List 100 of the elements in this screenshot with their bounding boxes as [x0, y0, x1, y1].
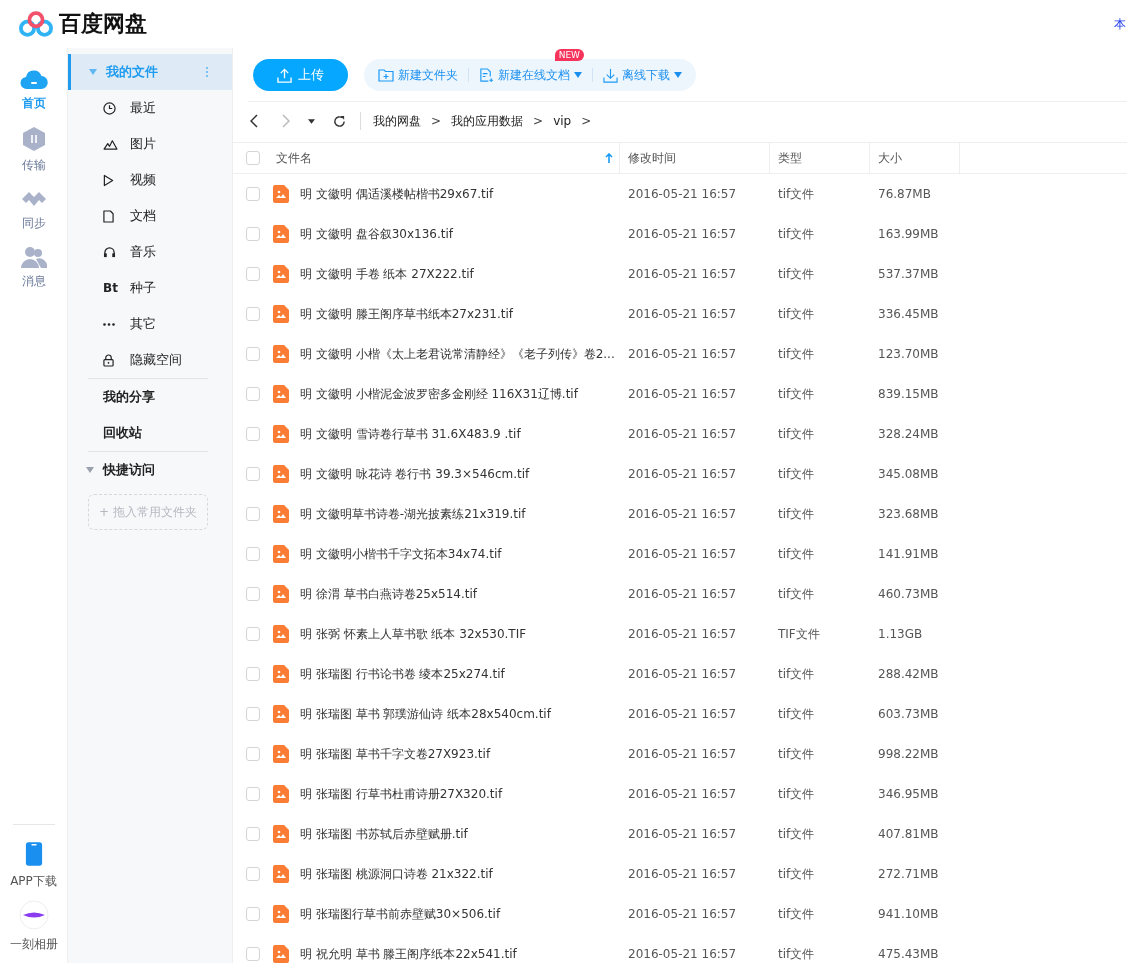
sidebar-item[interactable]: 音乐: [68, 234, 232, 270]
file-size: 475.43MB: [878, 947, 940, 961]
file-name[interactable]: 明 文徽明 盘谷叙30x136.tif: [300, 225, 628, 243]
column-header[interactable]: 类型: [770, 143, 870, 173]
row-checkbox[interactable]: [246, 427, 260, 441]
play-icon: [103, 173, 114, 187]
sidebar-link[interactable]: 我的分享: [68, 379, 232, 415]
file-name[interactable]: 明 张瑞图 行书论书卷 绫本25x274.tif: [300, 665, 628, 683]
select-all-checkbox[interactable]: [246, 151, 260, 165]
file-name[interactable]: 明 文徽明 滕王阁序草书纸本27x231.tif: [300, 305, 628, 323]
file-size: 288.42MB: [878, 667, 940, 681]
row-checkbox[interactable]: [246, 627, 260, 641]
row-checkbox[interactable]: [246, 187, 260, 201]
row-checkbox[interactable]: [246, 867, 260, 881]
column-header[interactable]: 修改时间: [620, 143, 770, 173]
row-checkbox[interactable]: [246, 347, 260, 361]
file-name[interactable]: 明 文徽明 小楷《太上老君说常清静经》《老子列传》卷2...: [300, 345, 628, 363]
file-name[interactable]: 明 文徽明 小楷泥金波罗密多金刚经 116X31辽博.tif: [300, 385, 628, 403]
sidebar-item[interactable]: 其它: [68, 306, 232, 342]
image-file-icon: [273, 665, 289, 683]
sort-arrow-icon[interactable]: [605, 153, 613, 163]
row-checkbox[interactable]: [246, 787, 260, 801]
sidebar-item[interactable]: 文档: [68, 198, 232, 234]
lock-icon: [103, 353, 114, 367]
new-badge: NEW: [554, 49, 584, 61]
rail-item[interactable]: 消息: [20, 246, 47, 290]
rail-item[interactable]: 传输: [21, 126, 46, 174]
sidebar-link[interactable]: 回收站: [68, 415, 232, 451]
sidebar-item[interactable]: 最近: [68, 90, 232, 126]
column-header[interactable]: 文件名: [260, 143, 620, 173]
file-name[interactable]: 明 张瑞图 草书 郭璞游仙诗 纸本28x540cm.tif: [300, 705, 628, 723]
people-icon: [20, 246, 47, 268]
file-name[interactable]: 明 张弼 怀素上人草书歌 纸本 32x530.TIF: [300, 625, 628, 643]
file-size: 603.73MB: [878, 707, 940, 721]
upload-icon: [277, 67, 292, 83]
modified-time: 2016-05-21 16:57: [628, 307, 738, 321]
file-type: tif文件: [778, 225, 816, 243]
file-type: tif文件: [778, 745, 816, 763]
file-size: 941.10MB: [878, 907, 940, 921]
file-name[interactable]: 明 文徽明草书诗卷-湖光披素练21x319.tif: [300, 505, 628, 523]
row-checkbox[interactable]: [246, 467, 260, 481]
file-name[interactable]: 明 文徽明 偶适溪楼帖楷书29x67.tif: [300, 185, 628, 203]
modified-time: 2016-05-21 16:57: [628, 587, 738, 601]
image-file-icon: [273, 345, 289, 363]
column-header[interactable]: 大小: [870, 143, 960, 173]
image-file-icon: [273, 425, 289, 443]
row-checkbox[interactable]: [246, 587, 260, 601]
row-checkbox[interactable]: [246, 947, 260, 961]
file-type: tif文件: [778, 705, 816, 723]
row-checkbox[interactable]: [246, 907, 260, 921]
breadcrumb-link[interactable]: 我的应用数据: [451, 112, 524, 130]
file-name[interactable]: 明 文徽明 雪诗卷行草书 31.6X483.9 .tif: [300, 425, 628, 443]
file-name[interactable]: 明 祝允明 草书 滕王阁序纸本22x541.tif: [300, 945, 628, 963]
torrent-glyph: Bt: [103, 281, 118, 295]
file-name[interactable]: 明 文徽明 咏花诗 卷行书 39.3×546cm.tif: [300, 465, 628, 483]
row-checkbox[interactable]: [246, 227, 260, 241]
modified-time: 2016-05-21 16:57: [628, 947, 738, 961]
modified-time: 2016-05-21 16:57: [628, 667, 738, 681]
back-icon[interactable]: [250, 114, 258, 128]
row-checkbox[interactable]: [246, 827, 260, 841]
forward-icon[interactable]: [282, 114, 290, 128]
sidebar-item[interactable]: 视频: [68, 162, 232, 198]
file-name[interactable]: 明 张瑞图 草书千字文卷27X923.tif: [300, 745, 628, 763]
quick-access-item[interactable]: 快捷访问: [68, 452, 232, 488]
modified-time: 2016-05-21 16:57: [628, 427, 738, 441]
row-checkbox[interactable]: [246, 547, 260, 561]
caret-icon[interactable]: [308, 118, 315, 124]
row-checkbox[interactable]: [246, 387, 260, 401]
file-type: tif文件: [778, 385, 816, 403]
file-name[interactable]: 明 文徽明小楷书千字文拓本34x74.tif: [300, 545, 628, 563]
sidebar-item[interactable]: 图片: [68, 126, 232, 162]
file-size: 323.68MB: [878, 507, 940, 521]
row-checkbox[interactable]: [246, 507, 260, 521]
row-checkbox[interactable]: [246, 747, 260, 761]
rail-item[interactable]: 一刻相册: [9, 900, 58, 953]
file-name[interactable]: 明 张瑞图 书苏轼后赤壁赋册.tif: [300, 825, 628, 843]
file-size: 345.08MB: [878, 467, 940, 481]
file-name[interactable]: 明 文徽明 手卷 纸本 27X222.tif: [300, 265, 628, 283]
image-file-icon: [273, 265, 289, 283]
sidebar-item[interactable]: Bt 种子: [68, 270, 232, 306]
modified-time: 2016-05-21 16:57: [628, 787, 738, 801]
breadcrumb-link[interactable]: 我的网盘: [373, 112, 421, 130]
cloud-icon: [19, 68, 48, 90]
file-type: tif文件: [778, 865, 816, 883]
file-name[interactable]: 明 徐渭 草书白燕诗卷25x514.tif: [300, 585, 628, 603]
breadcrumb-separator: >: [581, 114, 592, 128]
row-checkbox[interactable]: [246, 307, 260, 321]
sidebar-item[interactable]: 隐藏空间: [68, 342, 232, 378]
row-checkbox[interactable]: [246, 667, 260, 681]
row-checkbox[interactable]: [246, 267, 260, 281]
breadcrumb-link[interactable]: vip: [553, 114, 572, 128]
file-name[interactable]: 明 张瑞图 桃源洞口诗卷 21x322.tif: [300, 865, 628, 883]
rail-item[interactable]: 同步: [19, 188, 48, 232]
top-link[interactable]: 本: [1114, 15, 1126, 33]
transfer-icon: [21, 126, 46, 152]
rail-item[interactable]: APP下载: [10, 841, 57, 890]
row-checkbox[interactable]: [246, 707, 260, 721]
refresh-icon[interactable]: [333, 114, 346, 128]
file-name[interactable]: 明 张瑞图 行草书杜甫诗册27X320.tif: [300, 785, 628, 803]
file-name[interactable]: 明 张瑞图行草书前赤壁赋30×506.tif: [300, 905, 628, 923]
